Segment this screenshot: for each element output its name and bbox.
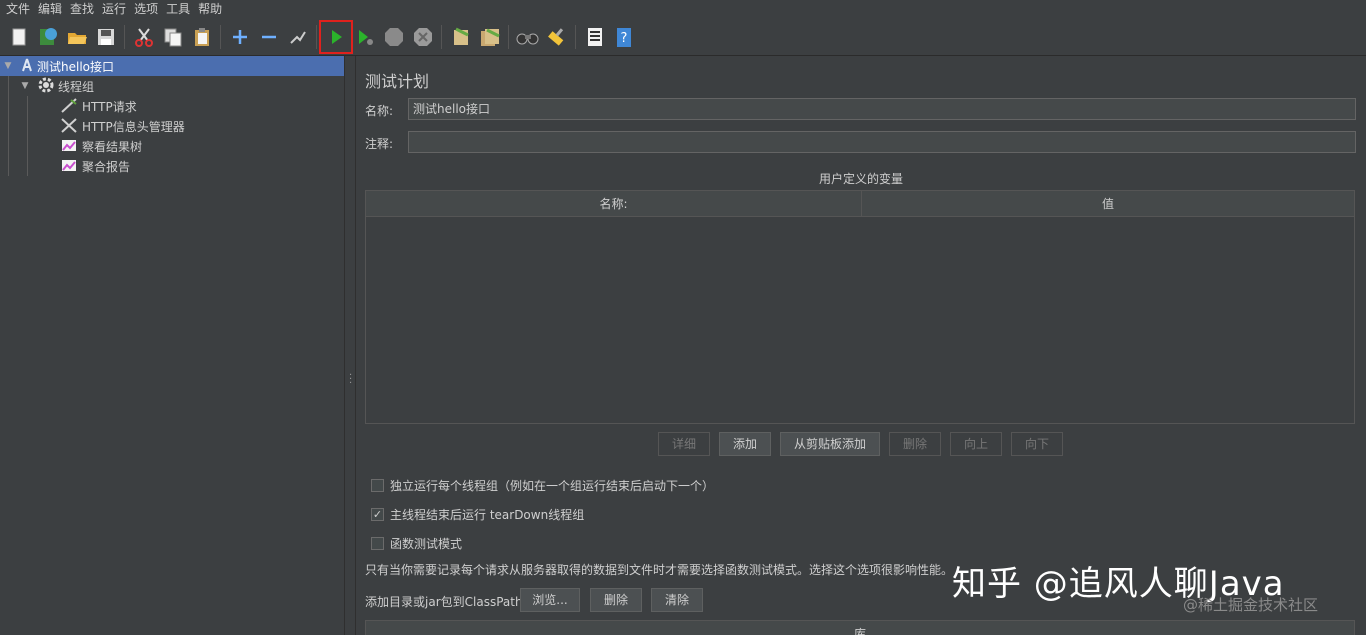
menu-run[interactable]: 运行 bbox=[98, 0, 130, 18]
add-button[interactable]: 添加 bbox=[719, 432, 771, 456]
juejin-watermark: @稀土掘金技术社区 bbox=[1183, 596, 1319, 614]
stop-icon[interactable] bbox=[382, 25, 406, 49]
classpath-label: 添加目录或jar包到ClassPath bbox=[365, 595, 523, 609]
start-icon[interactable] bbox=[318, 19, 353, 54]
clear-all-icon[interactable] bbox=[478, 25, 502, 49]
name-field[interactable]: 测试hello接口 bbox=[408, 98, 1356, 120]
name-label: 名称: bbox=[365, 104, 394, 118]
toolbar-separator bbox=[124, 24, 125, 49]
expand-icon[interactable] bbox=[228, 25, 252, 49]
tree-item-http-request[interactable]: HTTP请求 bbox=[60, 96, 137, 116]
tree-item-aggregate-report[interactable]: 聚合报告 bbox=[60, 156, 130, 176]
copy-icon[interactable] bbox=[161, 25, 185, 49]
delete-button[interactable]: 删除 bbox=[889, 432, 941, 456]
test-plan-panel: 测试计划 名称: 测试hello接口 注释: 用户定义的变量 名称: 值 详细 … bbox=[356, 56, 1366, 635]
checkbox[interactable] bbox=[371, 537, 384, 550]
clear-icon[interactable] bbox=[449, 25, 473, 49]
functional-mode-note: 只有当你需要记录每个请求从服务器取得的数据到文件时才需要选择函数测试模式。选择这… bbox=[365, 563, 954, 577]
tree-item-thread-group[interactable]: ▼ 线程组 bbox=[20, 76, 94, 96]
variables-button-row: 详细 添加 从剪贴板添加 删除 向上 向下 bbox=[356, 432, 1366, 456]
move-down-button[interactable]: 向下 bbox=[1011, 432, 1063, 456]
test-plan-icon bbox=[21, 58, 33, 75]
tree-item-label: 聚合报告 bbox=[82, 159, 131, 174]
teardown-on-shutdown-option[interactable]: ✓ 主线程结束后运行 tearDown线程组 bbox=[371, 506, 584, 523]
paste-icon[interactable] bbox=[190, 25, 214, 49]
toggle-icon[interactable] bbox=[286, 25, 310, 49]
menu-edit[interactable]: 编辑 bbox=[34, 0, 66, 18]
function-helper-icon[interactable] bbox=[583, 25, 607, 49]
tree-item-result-tree[interactable]: 察看结果树 bbox=[60, 136, 142, 156]
menu-options[interactable]: 选项 bbox=[130, 0, 162, 18]
cut-icon[interactable] bbox=[132, 25, 156, 49]
menu-file[interactable]: 文件 bbox=[2, 0, 34, 18]
tree-item-label: HTTP请求 bbox=[82, 99, 137, 114]
functional-mode-option[interactable]: 函数测试模式 bbox=[371, 535, 462, 552]
help-icon[interactable]: ? bbox=[612, 25, 636, 49]
header-manager-icon bbox=[60, 117, 78, 136]
toolbar-separator bbox=[220, 24, 221, 49]
classpath-table[interactable]: 库 bbox=[365, 620, 1355, 635]
toolbar-separator bbox=[575, 24, 576, 49]
checkbox-label: 主线程结束后运行 tearDown线程组 bbox=[390, 508, 585, 522]
menu-bar: 文件 编辑 查找 运行 选项 工具 帮助 bbox=[0, 0, 1366, 18]
tree-item-label: 察看结果树 bbox=[82, 139, 143, 154]
move-up-button[interactable]: 向上 bbox=[950, 432, 1002, 456]
tree-item-test-plan[interactable]: ▼ 测试hello接口 bbox=[0, 56, 344, 76]
serialize-thread-groups-option[interactable]: 独立运行每个线程组（例如在一个组运行结束后启动下一个） bbox=[371, 477, 714, 494]
search-icon[interactable] bbox=[516, 25, 540, 49]
reset-search-icon[interactable] bbox=[545, 25, 569, 49]
templates-icon[interactable] bbox=[36, 25, 60, 49]
result-tree-icon bbox=[60, 137, 78, 156]
checkbox[interactable]: ✓ bbox=[371, 508, 384, 521]
toolbar-separator bbox=[316, 24, 317, 49]
shutdown-icon[interactable] bbox=[411, 25, 435, 49]
chevron-down-icon[interactable]: ▼ bbox=[20, 81, 30, 91]
checkbox-label: 函数测试模式 bbox=[390, 537, 463, 551]
toolbar-separator bbox=[441, 24, 442, 49]
column-header-value[interactable]: 值 bbox=[861, 191, 1354, 216]
page-title: 测试计划 bbox=[365, 72, 430, 91]
table-header: 名称: 值 bbox=[366, 191, 1354, 217]
drag-handle-icon[interactable]: · · · bbox=[349, 371, 352, 389]
checkbox[interactable] bbox=[371, 479, 384, 492]
start-no-pause-icon[interactable] bbox=[353, 25, 377, 49]
menu-search[interactable]: 查找 bbox=[66, 0, 98, 18]
new-icon[interactable] bbox=[7, 25, 31, 49]
chevron-down-icon[interactable]: ▼ bbox=[3, 61, 13, 71]
menu-tools[interactable]: 工具 bbox=[162, 0, 194, 18]
thread-group-gear-icon bbox=[38, 77, 54, 96]
classpath-clear-button[interactable]: 清除 bbox=[651, 588, 703, 612]
menu-help[interactable]: 帮助 bbox=[194, 0, 226, 18]
save-icon[interactable] bbox=[94, 25, 118, 49]
aggregate-report-icon bbox=[60, 157, 78, 176]
open-icon[interactable] bbox=[65, 25, 89, 49]
tree-item-label: 测试hello接口 bbox=[37, 59, 114, 74]
add-from-clipboard-button[interactable]: 从剪贴板添加 bbox=[780, 432, 880, 456]
detail-button[interactable]: 详细 bbox=[658, 432, 710, 456]
tree-guide-line bbox=[8, 76, 9, 176]
browse-button[interactable]: 浏览... bbox=[520, 588, 580, 612]
column-header-library: 库 bbox=[853, 626, 866, 635]
toolbar: ? bbox=[0, 18, 1366, 56]
tree-guide-line bbox=[27, 96, 28, 176]
tree-item-label: HTTP信息头管理器 bbox=[82, 119, 185, 134]
column-header-name[interactable]: 名称: bbox=[366, 191, 861, 216]
tree-item-label: 线程组 bbox=[58, 79, 95, 94]
checkbox-label: 独立运行每个线程组（例如在一个组运行结束后启动下一个） bbox=[390, 479, 715, 493]
classpath-delete-button[interactable]: 删除 bbox=[590, 588, 642, 612]
toolbar-separator bbox=[508, 24, 509, 49]
collapse-icon[interactable] bbox=[257, 25, 281, 49]
user-variables-title: 用户定义的变量 bbox=[818, 172, 903, 186]
split-pane-divider[interactable]: · · · bbox=[344, 56, 356, 635]
test-plan-tree: ▼ 测试hello接口 ▼ 线程组 HTTP请求 HTTP信息头管理器 察看结果… bbox=[0, 56, 344, 635]
comment-field[interactable] bbox=[408, 131, 1356, 153]
svg-text:?: ? bbox=[620, 31, 627, 46]
user-variables-table[interactable]: 名称: 值 bbox=[365, 190, 1355, 424]
http-sampler-icon bbox=[60, 97, 78, 116]
tree-item-header-manager[interactable]: HTTP信息头管理器 bbox=[60, 116, 185, 136]
comment-label: 注释: bbox=[365, 137, 394, 151]
